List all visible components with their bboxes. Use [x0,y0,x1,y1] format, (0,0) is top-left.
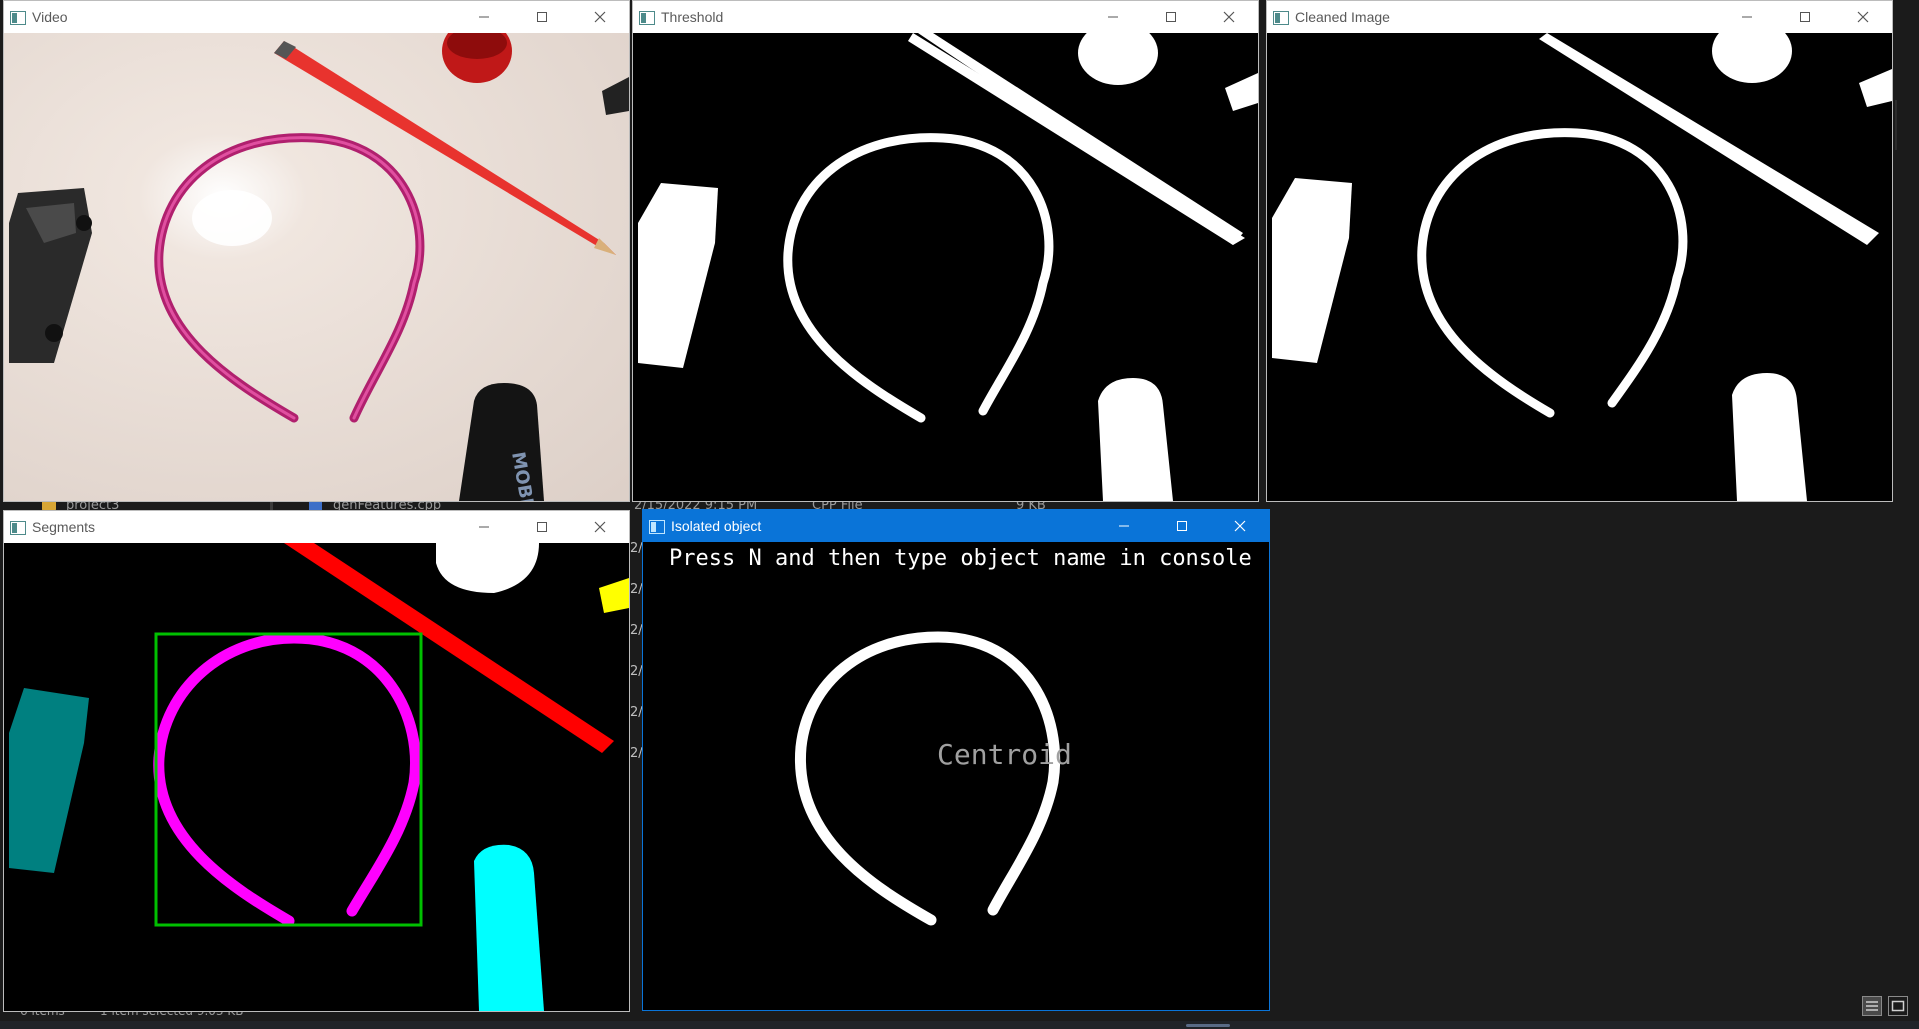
close-button[interactable] [1211,510,1269,542]
isolated-titlebar[interactable]: Isolated object [643,510,1269,542]
details-view-button[interactable] [1862,996,1882,1016]
close-button[interactable] [571,1,629,33]
explorer-row-date: 2/ [630,705,643,720]
minimize-button[interactable] [455,511,513,543]
explorer-row-date: 2/ [630,582,643,597]
minimize-icon [1742,16,1752,18]
opencv-app-icon [639,10,655,25]
explorer-row-date: 2/ [630,664,643,679]
opencv-app-icon [649,519,665,534]
opencv-app-icon [1273,10,1289,25]
isolated-frame: Press N and then type object name in con… [643,542,1269,1010]
cleaned-frame [1267,33,1892,501]
maximize-icon [1166,12,1176,22]
maximize-icon [1800,12,1810,22]
maximize-icon [537,12,547,22]
maximize-button[interactable] [1142,1,1200,33]
close-icon [1223,11,1235,23]
threshold-title: Threshold [661,9,724,25]
segments-titlebar[interactable]: Segments [4,511,629,543]
close-icon [594,521,606,533]
minimize-button[interactable] [1084,1,1142,33]
close-icon [1234,520,1246,532]
segment-marker [474,844,544,1011]
close-icon [594,11,606,23]
close-button[interactable] [571,511,629,543]
minimize-icon [479,526,489,528]
maximize-button[interactable] [1153,510,1211,542]
isolated-title: Isolated object [671,518,762,534]
minimize-button[interactable] [1718,1,1776,33]
close-icon [1857,11,1869,23]
threshold-window[interactable]: Threshold [632,0,1259,502]
threshold-frame [633,33,1258,501]
taskbar-indicator [1186,1024,1230,1027]
minimize-icon [479,16,489,18]
minimize-button[interactable] [455,1,513,33]
tiles-view-button[interactable] [1888,996,1908,1016]
explorer-row-date: 2/ [630,541,643,556]
cleaned-titlebar[interactable]: Cleaned Image [1267,1,1892,33]
instruction-text: Press N and then type object name in con… [669,546,1252,571]
centroid-label: Centroid [937,738,1072,771]
cleaned-title: Cleaned Image [1295,9,1390,25]
opencv-app-icon [10,10,26,25]
close-button[interactable] [1834,1,1892,33]
video-frame: MOBILE [4,33,629,501]
opencv-app-icon [10,520,26,535]
maximize-icon [537,522,547,532]
maximize-button[interactable] [513,511,571,543]
tiles-view-icon [1891,1000,1905,1012]
close-button[interactable] [1200,1,1258,33]
maximize-button[interactable] [1776,1,1834,33]
explorer-row-date: 2/ [630,746,643,761]
cleaned-window[interactable]: Cleaned Image [1266,0,1893,502]
details-view-icon [1866,1001,1878,1011]
explorer-row-date: 2/ [630,623,643,638]
explorer-edge [1895,100,1897,150]
maximize-icon [1177,521,1187,531]
minimize-icon [1119,525,1129,527]
video-window[interactable]: Video MOBILE [3,0,630,502]
segments-title: Segments [32,519,96,535]
taskbar [0,1021,1919,1029]
isolated-window[interactable]: Isolated object Press N and then type ob… [642,509,1270,1011]
video-title: Video [32,9,68,25]
threshold-titlebar[interactable]: Threshold [633,1,1258,33]
segments-frame [4,543,629,1011]
video-titlebar[interactable]: Video [4,1,629,33]
minimize-button[interactable] [1095,510,1153,542]
minimize-icon [1108,16,1118,18]
segments-window[interactable]: Segments [3,510,630,1012]
maximize-button[interactable] [513,1,571,33]
